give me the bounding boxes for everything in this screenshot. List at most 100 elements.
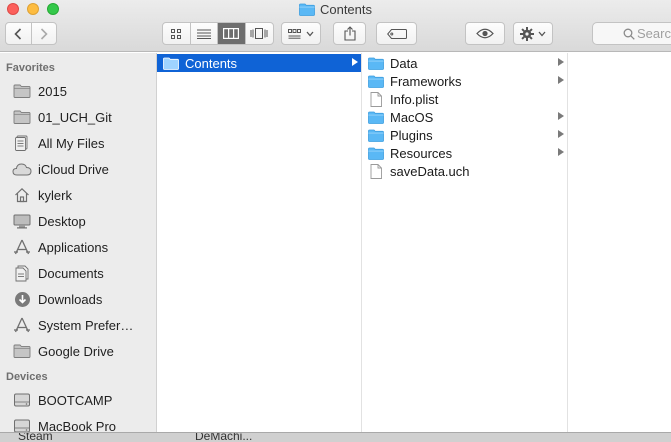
sidebar-item-label: Documents [38, 265, 104, 281]
list-icon [196, 29, 211, 39]
folder-row-macos[interactable]: MacOS [362, 108, 567, 126]
disclosure-arrow-icon [558, 58, 564, 66]
item-label: MacOS [390, 109, 434, 125]
sidebar-item-desktop[interactable]: Desktop [0, 208, 156, 234]
chevron-left-icon [14, 27, 22, 40]
folder-row-contents[interactable]: Contents [157, 54, 361, 72]
disclosure-arrow-icon [352, 58, 358, 66]
sidebar-item-01-uch-git[interactable]: 01_UCH_Git [0, 104, 156, 130]
folder-row-resources[interactable]: Resources [362, 144, 567, 162]
sidebar-item-label: Downloads [38, 291, 103, 307]
item-label: Resources [390, 145, 453, 161]
sidebar-item-label: 2015 [38, 83, 67, 99]
documents-icon [12, 264, 32, 282]
favorites-header: Favorites [6, 62, 55, 74]
sidebar-item-label: Google Drive [38, 343, 114, 359]
cover-flow-view-button[interactable] [246, 23, 273, 44]
folder-icon [368, 74, 384, 88]
arrange-grid-icon [288, 28, 301, 39]
cloud-icon [12, 160, 32, 178]
icon-view-button[interactable] [163, 23, 191, 44]
columns-icon [223, 28, 240, 39]
file-row-savedata-uch[interactable]: saveData.uch [362, 162, 567, 180]
folder-icon [368, 56, 384, 70]
sidebar-item-kylerk[interactable]: kylerk [0, 182, 156, 208]
column-view-button[interactable] [218, 23, 246, 44]
back-button[interactable] [6, 23, 32, 44]
cover-flow-icon [250, 28, 268, 39]
sidebar-item-label: Applications [38, 239, 109, 255]
folder-row-plugins[interactable]: Plugins [362, 126, 567, 144]
folder-icon [368, 128, 384, 142]
item-label: Data [390, 55, 418, 71]
quick-look-button[interactable] [465, 22, 505, 45]
eye-icon [476, 28, 494, 39]
folder-icon [368, 110, 384, 124]
favorites-list: 2015 01_UCH_Git All My Files iCloud Drive ky… [0, 78, 156, 364]
disclosure-arrow-icon [558, 112, 564, 120]
disk-icon [12, 391, 32, 409]
item-label: Frameworks [390, 73, 462, 89]
folder-row-frameworks[interactable]: Frameworks [362, 72, 567, 90]
arrange-menu-button[interactable] [281, 22, 321, 45]
column-3[interactable] [568, 53, 671, 442]
folder-icon [299, 3, 315, 19]
folder-icon [12, 108, 32, 126]
share-button[interactable] [333, 22, 366, 45]
sidebar-item-all-my-files[interactable]: All My Files [0, 130, 156, 156]
search-icon [623, 28, 635, 40]
file-row-info-plist[interactable]: Info.plist [362, 90, 567, 108]
column-2[interactable]: Data Frameworks Info.plist MacOS Plugins Reso… [362, 53, 568, 442]
search-placeholder: Search [637, 26, 671, 41]
sidebar-item-label: Desktop [38, 213, 86, 229]
share-icon [343, 26, 356, 41]
sidebar-item-google-drive[interactable]: Google Drive [0, 338, 156, 364]
tag-icon [386, 28, 407, 39]
folder-row-data[interactable]: Data [362, 54, 567, 72]
item-label: saveData.uch [390, 163, 470, 179]
peek-right-text: DeMachi... [195, 432, 253, 442]
icon-grid-icon [171, 28, 182, 39]
sidebar-item-label: iCloud Drive [38, 161, 109, 177]
forward-button[interactable] [32, 23, 57, 44]
folder-icon [163, 56, 179, 70]
file-icon [368, 91, 384, 107]
applications-icon [12, 238, 32, 256]
sidebar-item-label: System Prefer… [38, 317, 134, 333]
sidebar-item-2015[interactable]: 2015 [0, 78, 156, 104]
background-window-peek: Steam DeMachi... [0, 432, 671, 442]
search-field[interactable]: Search [592, 22, 671, 45]
gear-icon [520, 26, 534, 41]
folder-icon [368, 146, 384, 160]
column-1[interactable]: Contents [157, 53, 362, 442]
window-title-text: Contents [319, 2, 373, 17]
applications-icon [12, 316, 32, 334]
item-label: Plugins [390, 127, 433, 143]
file-icon [368, 163, 384, 179]
chevron-down-icon [306, 31, 314, 36]
disclosure-arrow-icon [558, 148, 564, 156]
sidebar-item-applications[interactable]: Applications [0, 234, 156, 260]
sidebar-item-downloads[interactable]: Downloads [0, 286, 156, 312]
sidebar-item-label: BOOTCAMP [38, 392, 113, 408]
sidebar-item-documents[interactable]: Documents [0, 260, 156, 286]
edit-tags-button[interactable] [376, 22, 417, 45]
view-mode-control [162, 22, 274, 45]
sidebar-item-bootcamp[interactable]: BOOTCAMP [0, 387, 156, 413]
chevron-down-icon [538, 31, 546, 36]
devices-header: Devices [6, 371, 48, 383]
action-menu-button[interactable] [513, 22, 553, 45]
sidebar-item-label: All My Files [38, 135, 105, 151]
sidebar-item-label: 01_UCH_Git [38, 109, 112, 125]
downloads-icon [12, 290, 32, 308]
sidebar-item-system-prefer[interactable]: System Prefer… [0, 312, 156, 338]
desktop-icon [12, 212, 32, 230]
home-icon [12, 186, 32, 204]
folder-icon [12, 82, 32, 100]
disclosure-arrow-icon [558, 76, 564, 84]
list-view-button[interactable] [191, 23, 218, 44]
sidebar-item-label: kylerk [38, 187, 72, 203]
window-title: Contents [0, 2, 671, 19]
column-2-list: Data Frameworks Info.plist MacOS Plugins Reso… [362, 53, 567, 180]
sidebar-item-icloud-drive[interactable]: iCloud Drive [0, 156, 156, 182]
